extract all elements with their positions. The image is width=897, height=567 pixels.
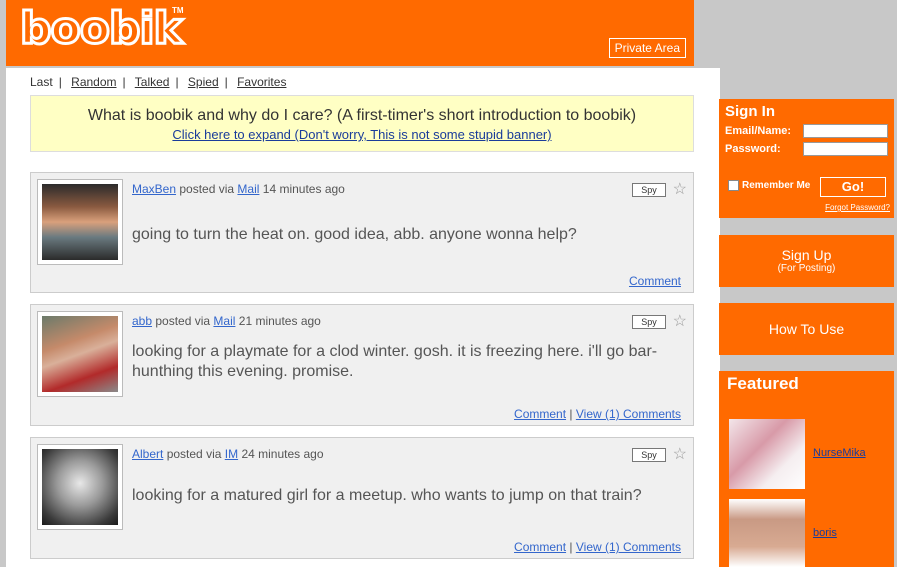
email-label: Email/Name: xyxy=(725,125,792,137)
tab-separator: | xyxy=(122,75,126,89)
post-meta: abb posted via Mail 21 minutes ago xyxy=(132,314,321,328)
footer-separator: | xyxy=(569,407,573,421)
signin-panel: Sign In Email/Name: Password: Remember M… xyxy=(719,99,894,218)
avatar xyxy=(42,449,118,525)
tab-separator: | xyxy=(58,75,62,89)
signin-title: Sign In xyxy=(725,103,775,120)
post-time: 14 minutes ago xyxy=(262,182,345,196)
forgot-password-link[interactable]: Forgot Password? xyxy=(825,203,890,212)
post-via-text: posted via xyxy=(155,314,211,328)
post-thumbnail[interactable] xyxy=(37,444,123,530)
post-item: Albert posted via IM 24 minutes ago Spy … xyxy=(30,437,694,559)
tab-spied[interactable]: Spied xyxy=(188,75,219,89)
post-time: 21 minutes ago xyxy=(238,314,321,328)
featured-user-link[interactable]: NurseMika xyxy=(813,447,866,459)
tab-separator: | xyxy=(224,75,228,89)
password-row: Password: xyxy=(725,142,888,156)
avatar xyxy=(42,184,118,260)
post-via-text: posted via xyxy=(166,447,222,461)
post-via-link[interactable]: Mail xyxy=(213,314,235,328)
main-content: Last | Random | Talked | Spied | Favorites W… xyxy=(6,68,720,567)
how-to-use-button[interactable]: How To Use xyxy=(719,303,894,355)
remember-label: Remember Me xyxy=(742,180,811,191)
avatar xyxy=(42,316,118,392)
featured-panel: Featured NurseMika boris xyxy=(719,371,894,567)
tab-talked[interactable]: Talked xyxy=(135,75,170,89)
star-icon[interactable]: ☆ xyxy=(673,444,687,464)
signup-button[interactable]: Sign Up (For Posting) xyxy=(719,235,894,287)
post-thumbnail[interactable] xyxy=(37,311,123,397)
post-via-link[interactable]: Mail xyxy=(237,182,259,196)
post-thumbnail[interactable] xyxy=(37,179,123,265)
intro-question: What is boobik and why do I care? (A fir… xyxy=(87,107,637,124)
tab-last[interactable]: Last xyxy=(30,75,53,89)
spy-button[interactable]: Spy xyxy=(632,183,666,197)
post-message: looking for a matured girl for a meetup.… xyxy=(132,487,642,504)
post-message: looking for a playmate for a clod winter… xyxy=(132,343,658,380)
comment-link[interactable]: Comment xyxy=(514,407,566,421)
remember-me[interactable]: Remember Me xyxy=(728,180,810,191)
featured-thumbnail[interactable] xyxy=(729,419,805,489)
password-field[interactable] xyxy=(803,142,888,156)
trademark-mark: TM xyxy=(172,6,184,15)
post-message: going to turn the heat on. good idea, ab… xyxy=(132,226,577,243)
star-icon[interactable]: ☆ xyxy=(673,179,687,199)
signup-title: Sign Up xyxy=(781,247,832,263)
post-user-link[interactable]: Albert xyxy=(132,447,163,461)
intro-box: What is boobik and why do I care? (A fir… xyxy=(30,95,694,152)
post-user-link[interactable]: abb xyxy=(132,314,152,328)
post-via-link[interactable]: IM xyxy=(225,447,238,461)
tab-favorites[interactable]: Favorites xyxy=(237,75,286,89)
post-meta: Albert posted via IM 24 minutes ago xyxy=(132,447,324,461)
star-icon[interactable]: ☆ xyxy=(673,311,687,331)
signup-subtitle: (For Posting) xyxy=(777,263,836,274)
spy-button[interactable]: Spy xyxy=(632,315,666,329)
featured-user-link[interactable]: boris xyxy=(813,527,837,539)
remember-checkbox[interactable] xyxy=(728,180,739,191)
post-via-text: posted via xyxy=(179,182,235,196)
footer-separator: | xyxy=(569,540,573,554)
post-item: abb posted via Mail 21 minutes ago Spy ☆… xyxy=(30,304,694,426)
intro-expand-link[interactable]: Click here to expand (Don't worry, This … xyxy=(172,127,551,142)
go-button[interactable]: Go! xyxy=(820,177,886,197)
featured-title: Featured xyxy=(727,374,799,393)
comment-link[interactable]: Comment xyxy=(629,274,681,288)
site-header: boobik TM Private Area xyxy=(6,0,694,66)
tab-bar: Last | Random | Talked | Spied | Favorites xyxy=(30,75,286,89)
tab-separator: | xyxy=(175,75,179,89)
password-label: Password: xyxy=(725,143,781,155)
tab-random[interactable]: Random xyxy=(71,75,116,89)
comment-link[interactable]: Comment xyxy=(514,540,566,554)
post-item: MaxBen posted via Mail 14 minutes ago Sp… xyxy=(30,172,694,293)
view-comments-link[interactable]: View (1) Comments xyxy=(576,407,681,421)
private-area-button[interactable]: Private Area xyxy=(608,38,686,58)
post-user-link[interactable]: MaxBen xyxy=(132,182,176,196)
site-logo[interactable]: boobik xyxy=(19,2,185,55)
email-field[interactable] xyxy=(803,124,888,138)
post-time: 24 minutes ago xyxy=(241,447,324,461)
featured-thumbnail[interactable] xyxy=(729,499,805,567)
post-footer: Comment | View (1) Comments xyxy=(514,407,681,421)
post-footer: Comment | View (1) Comments xyxy=(514,540,681,554)
view-comments-link[interactable]: View (1) Comments xyxy=(576,540,681,554)
post-footer: Comment xyxy=(629,274,681,288)
email-row: Email/Name: xyxy=(725,124,888,138)
post-meta: MaxBen posted via Mail 14 minutes ago xyxy=(132,182,345,196)
spy-button[interactable]: Spy xyxy=(632,448,666,462)
